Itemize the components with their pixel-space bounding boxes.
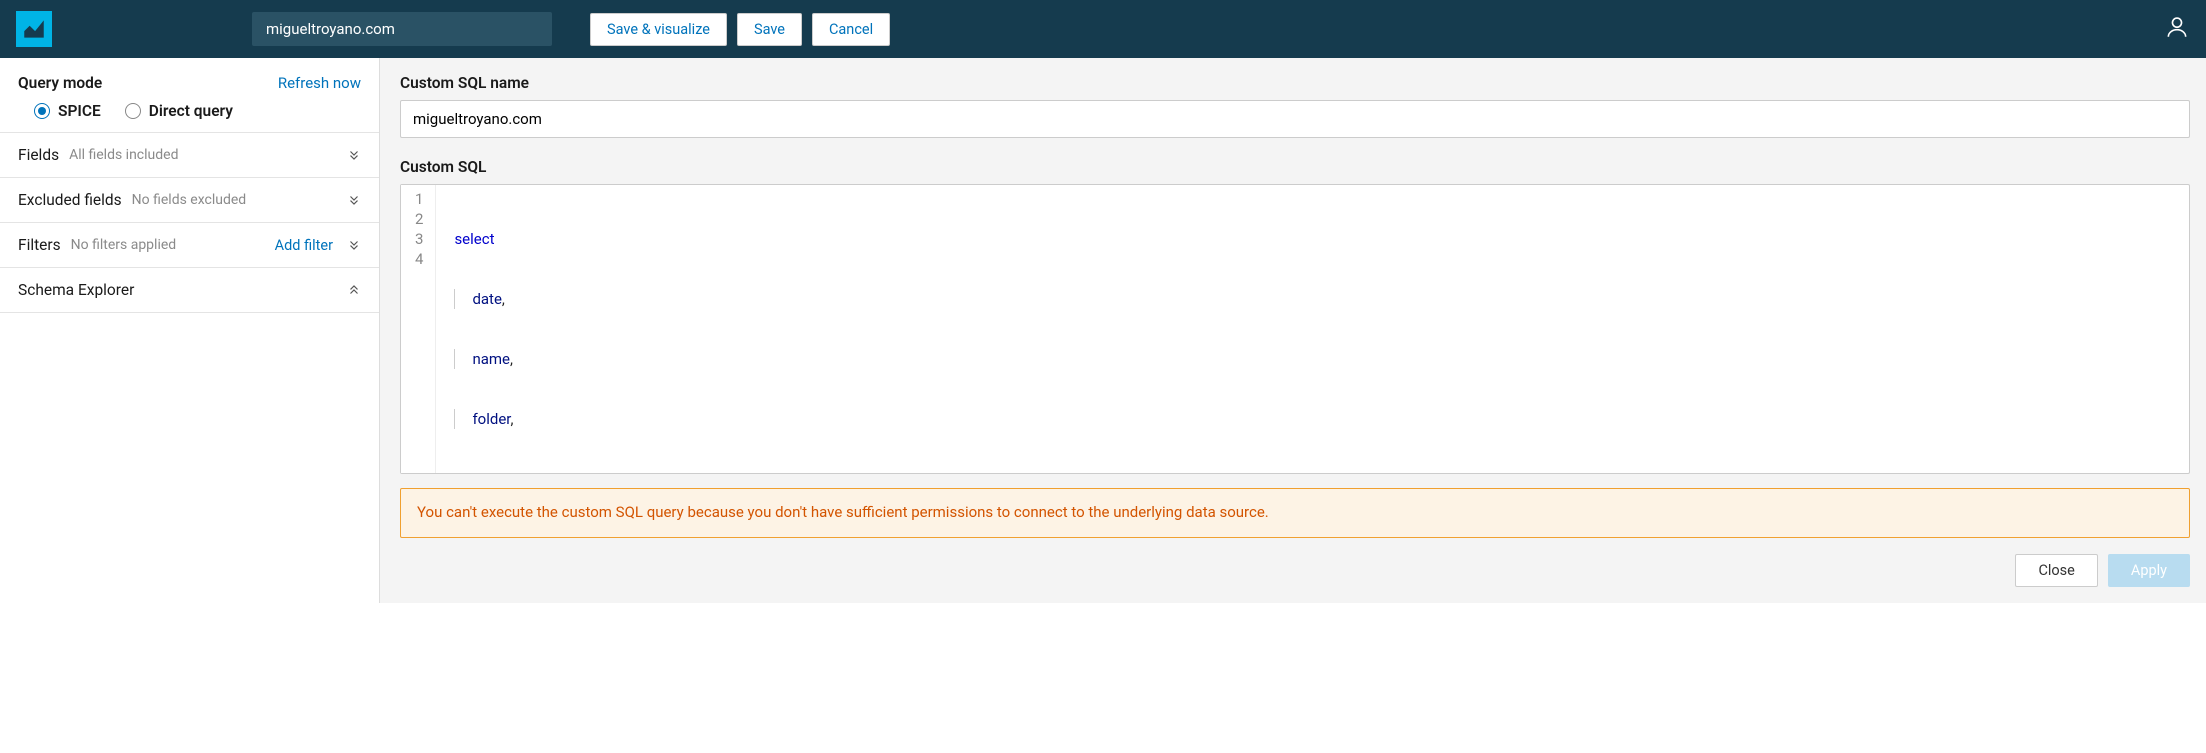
main-panel: Custom SQL name Custom SQL 1 2 3 4 selec… [380, 58, 2206, 603]
chevron-down-double-icon[interactable] [347, 148, 361, 162]
custom-sql-label: Custom SQL [400, 158, 2190, 176]
sql-editor[interactable]: 1 2 3 4 select date, name, folder, [400, 184, 2190, 474]
line-number: 3 [415, 229, 423, 249]
panel-filters-title: Filters [18, 236, 61, 254]
panel-fields-title: Fields [18, 146, 59, 164]
radio-circle-icon [125, 103, 141, 119]
logo-chart-icon [21, 16, 47, 42]
editor-footer-buttons: Close Apply [400, 554, 2190, 587]
sidebar: Query mode Refresh now SPICE Direct quer… [0, 58, 380, 603]
sql-keyword: select [454, 230, 494, 248]
sql-text: , [510, 410, 513, 428]
refresh-now-link[interactable]: Refresh now [278, 74, 361, 92]
custom-sql-name-label: Custom SQL name [400, 74, 2190, 92]
radio-circle-icon [34, 103, 50, 119]
user-menu-icon[interactable] [2164, 14, 2190, 44]
dataset-name-input[interactable] [252, 12, 552, 46]
sql-text: , [510, 350, 513, 368]
panel-fields-subtitle: All fields included [69, 147, 178, 163]
sql-text: , [502, 290, 505, 308]
add-filter-link[interactable]: Add filter [275, 237, 333, 254]
radio-direct-query[interactable]: Direct query [125, 102, 233, 120]
panel-excluded-title: Excluded fields [18, 191, 122, 209]
line-number: 2 [415, 209, 423, 229]
sql-identifier: date [472, 290, 501, 308]
sql-identifier: name [472, 350, 510, 368]
line-number: 1 [415, 189, 423, 209]
sql-identifier: folder [472, 410, 510, 428]
panel-filters[interactable]: Filters No filters applied Add filter [0, 223, 379, 268]
query-mode-title: Query mode [18, 74, 102, 92]
panel-schema-title: Schema Explorer [18, 281, 134, 299]
save-visualize-button[interactable]: Save & visualize [590, 13, 727, 46]
top-header: Save & visualize Save Cancel [0, 0, 2206, 58]
panel-excluded-subtitle: No fields excluded [132, 192, 247, 208]
permission-error-alert: You can't execute the custom SQL query b… [400, 488, 2190, 538]
chevron-down-double-icon[interactable] [347, 238, 361, 252]
editor-code[interactable]: select date, name, folder, [436, 185, 513, 473]
editor-gutter: 1 2 3 4 [401, 185, 436, 473]
chevron-up-double-icon[interactable] [347, 283, 361, 297]
panel-filters-subtitle: No filters applied [71, 237, 177, 253]
save-button[interactable]: Save [737, 13, 802, 46]
apply-button[interactable]: Apply [2108, 554, 2190, 587]
query-mode-section: Query mode Refresh now SPICE Direct quer… [0, 58, 379, 133]
header-button-group: Save & visualize Save Cancel [590, 13, 890, 46]
panel-fields[interactable]: Fields All fields included [0, 133, 379, 178]
cancel-button[interactable]: Cancel [812, 13, 890, 46]
panel-schema-explorer[interactable]: Schema Explorer [0, 268, 379, 313]
radio-spice[interactable]: SPICE [34, 102, 101, 120]
query-mode-radio-group: SPICE Direct query [34, 102, 361, 120]
close-button[interactable]: Close [2015, 554, 2097, 587]
quicksight-logo[interactable] [16, 11, 52, 47]
panel-excluded-fields[interactable]: Excluded fields No fields excluded [0, 178, 379, 223]
line-number: 4 [415, 249, 423, 269]
content-region: Query mode Refresh now SPICE Direct quer… [0, 58, 2206, 603]
chevron-down-double-icon[interactable] [347, 193, 361, 207]
radio-direct-query-label: Direct query [149, 102, 233, 120]
custom-sql-name-input[interactable] [400, 100, 2190, 138]
radio-spice-label: SPICE [58, 102, 101, 120]
